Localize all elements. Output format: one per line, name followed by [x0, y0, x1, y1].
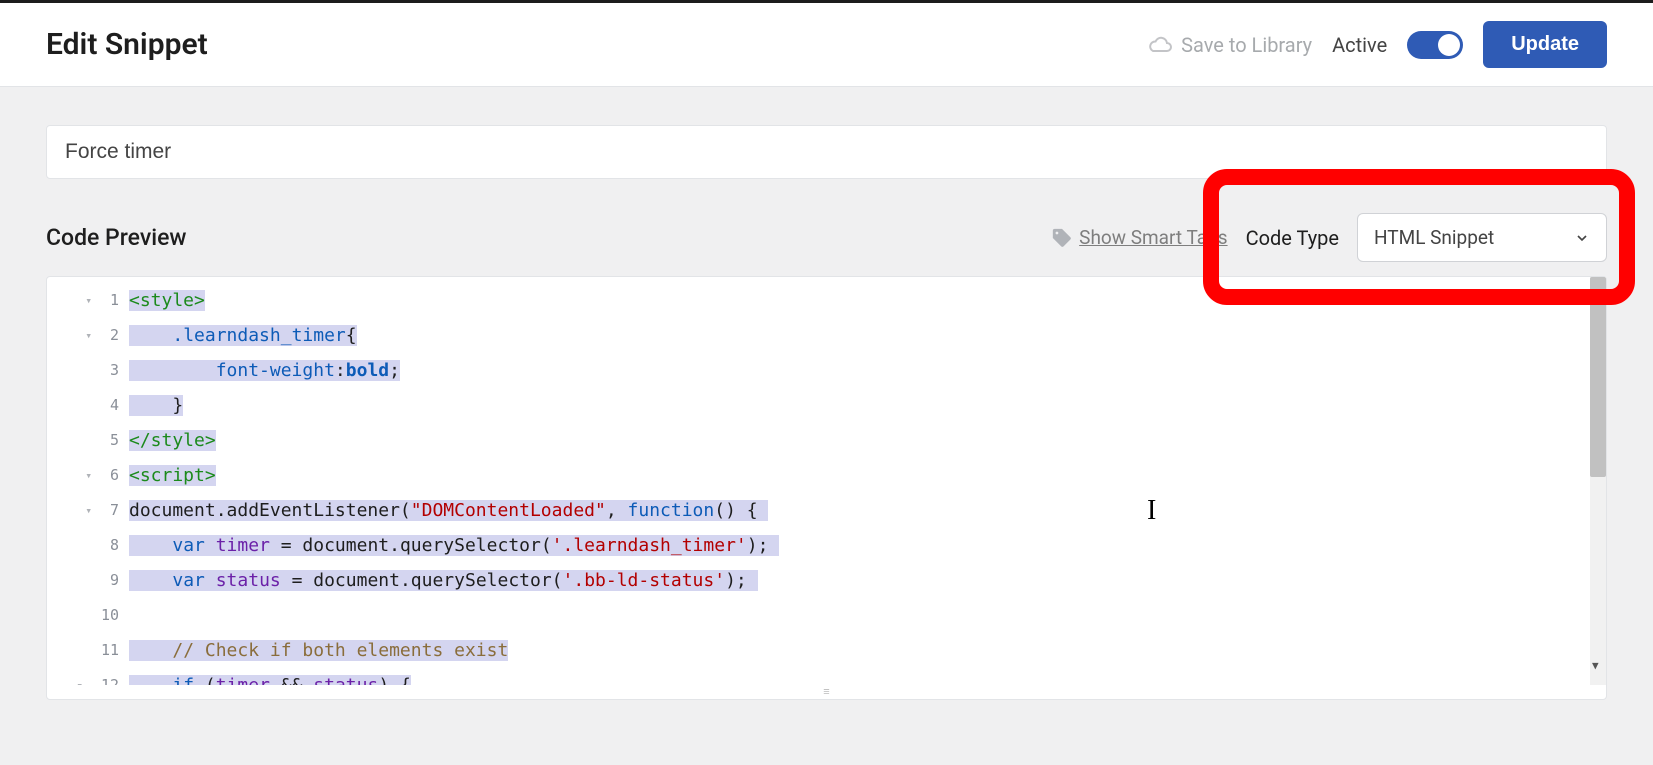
show-smart-tags[interactable]: Show Smart Tags	[1051, 226, 1227, 249]
code-line[interactable]: <style>	[129, 283, 1606, 318]
line-number: 12	[101, 668, 119, 685]
page-title: Edit Snippet	[46, 27, 208, 62]
code-line[interactable]: document.addEventListener("DOMContentLoa…	[129, 493, 1606, 528]
header-actions: Save to Library Active Update	[1147, 21, 1607, 68]
fold-icon[interactable]: ▾	[82, 283, 92, 318]
code-line[interactable]: }	[129, 388, 1606, 423]
line-number: 5	[110, 423, 119, 458]
code-type-dropdown[interactable]: HTML Snippet	[1357, 213, 1607, 262]
line-number: 8	[110, 528, 119, 563]
code-line[interactable]: // Check if both elements exist	[129, 633, 1606, 668]
scrollbar-thumb[interactable]	[1590, 277, 1606, 477]
fold-icon[interactable]: ▾	[82, 493, 92, 528]
line-number: 10	[101, 598, 119, 633]
editor-code-area[interactable]: <style> .learndash_timer{ font-weight:bo…	[129, 277, 1606, 685]
code-line[interactable]: var status = document.querySelector('.bb…	[129, 563, 1606, 598]
scrollbar-track[interactable]: ▼	[1590, 277, 1606, 685]
gutter-line: ▾2	[47, 318, 129, 353]
gutter-line: 8	[47, 528, 129, 563]
gutter-line: 9	[47, 563, 129, 598]
code-line[interactable]	[129, 598, 1606, 633]
snippet-title-input[interactable]	[46, 125, 1607, 179]
content-area: Code Preview Show Smart Tags Code Type H…	[0, 87, 1653, 700]
page-header: Edit Snippet Save to Library Active Upda…	[0, 3, 1653, 87]
gutter-line: ▾ 12	[47, 668, 129, 685]
line-number: 11	[101, 633, 119, 668]
code-type-group: Code Type HTML Snippet	[1246, 213, 1607, 262]
active-label: Active	[1332, 33, 1387, 57]
code-type-value: HTML Snippet	[1374, 226, 1494, 249]
code-editor[interactable]: ▾1▾2345▾6▾7891011▾12 <style> .learndash_…	[46, 276, 1607, 700]
save-to-library-label: Save to Library	[1181, 33, 1312, 57]
active-toggle[interactable]	[1407, 31, 1463, 59]
fold-icon[interactable]: ▾	[73, 668, 83, 685]
gutter-line: ▾6	[47, 458, 129, 493]
gutter-line: 11	[47, 633, 129, 668]
line-number: 1	[110, 283, 119, 318]
cloud-icon	[1147, 35, 1173, 55]
fold-icon[interactable]: ▾	[82, 458, 92, 493]
code-line[interactable]: <script>	[129, 458, 1606, 493]
chevron-down-icon	[1574, 230, 1590, 246]
line-number: 6	[110, 458, 119, 493]
code-preview-heading: Code Preview	[46, 224, 187, 251]
code-line[interactable]: </style>	[129, 423, 1606, 458]
code-line[interactable]: if (timer && status) {	[129, 668, 1606, 685]
line-number: 9	[110, 563, 119, 598]
code-line[interactable]: .learndash_timer{	[129, 318, 1606, 353]
line-number: 3	[110, 353, 119, 388]
code-line[interactable]: font-weight:bold;	[129, 353, 1606, 388]
tag-icon	[1051, 227, 1073, 249]
preview-controls: Show Smart Tags Code Type HTML Snippet	[1051, 213, 1607, 262]
gutter-line: 3	[47, 353, 129, 388]
resize-handle-icon[interactable]: ≡	[817, 685, 837, 699]
save-to-library[interactable]: Save to Library	[1147, 33, 1312, 57]
line-number: 2	[110, 318, 119, 353]
toggle-knob	[1438, 34, 1460, 56]
fold-icon[interactable]: ▾	[82, 318, 92, 353]
gutter-line: ▾7	[47, 493, 129, 528]
editor-gutter: ▾1▾2345▾6▾7891011▾12	[47, 277, 129, 685]
gutter-line: 5	[47, 423, 129, 458]
line-number: 7	[110, 493, 119, 528]
preview-header-row: Code Preview Show Smart Tags Code Type H…	[46, 213, 1607, 262]
gutter-line: 4	[47, 388, 129, 423]
smart-tags-link[interactable]: Show Smart Tags	[1079, 226, 1227, 249]
code-line[interactable]: var timer = document.querySelector('.lea…	[129, 528, 1606, 563]
code-type-label: Code Type	[1246, 226, 1339, 250]
update-button[interactable]: Update	[1483, 21, 1607, 68]
gutter-line: 10	[47, 598, 129, 633]
scroll-down-icon[interactable]: ▼	[1592, 659, 1604, 671]
line-number: 4	[110, 388, 119, 423]
gutter-line: ▾1	[47, 283, 129, 318]
